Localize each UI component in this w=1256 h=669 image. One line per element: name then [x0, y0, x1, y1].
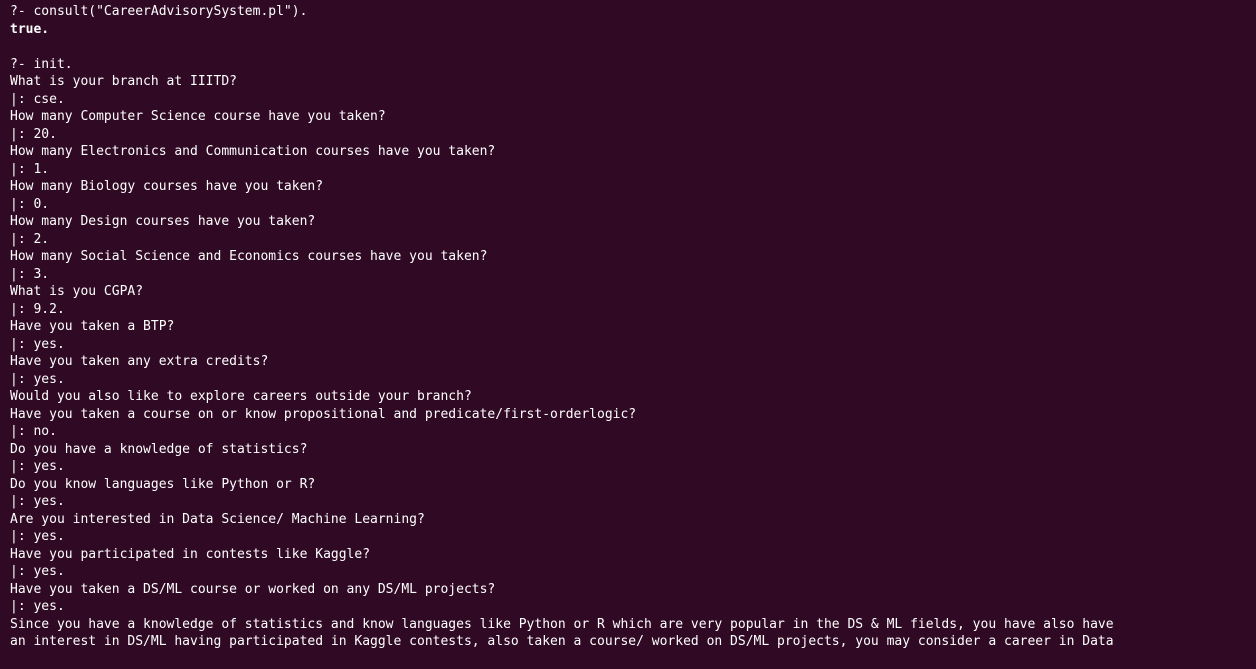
terminal-line: Have you taken any extra credits?	[10, 354, 269, 369]
terminal-line: How many Design courses have you taken?	[10, 214, 316, 229]
terminal-line: Do you know languages like Python or R?	[10, 476, 316, 492]
terminal-line: an interest in DS/ML having participated…	[10, 634, 1114, 649]
terminal-line: ?- init.	[10, 56, 73, 72]
terminal-line: Have you taken a course on or know propo…	[10, 406, 637, 422]
terminal-window[interactable]: ?- consult("CareerAdvisorySystem.pl"). tr…	[0, 0, 1256, 669]
terminal-line: Have you taken a DS/ML course or worked …	[10, 581, 496, 597]
terminal-line: |: yes.	[10, 529, 65, 544]
terminal-line: How many Computer Science course have yo…	[10, 109, 386, 124]
terminal-line: |: yes.	[10, 564, 65, 579]
terminal-line: |: 0.	[10, 196, 50, 212]
terminal-line: |: no.	[10, 424, 57, 439]
terminal-line: |: 2.	[10, 231, 50, 247]
terminal-line: |: 1.	[10, 161, 50, 177]
terminal-line: |: 9.2.	[10, 301, 65, 317]
terminal-line: |: 3.	[10, 266, 50, 282]
terminal-line: |: yes.	[10, 459, 65, 474]
terminal-line: How many Biology courses have you taken?	[10, 179, 324, 194]
terminal-line: |: yes.	[10, 494, 65, 509]
terminal-line: Since you have a knowledge of statistics…	[10, 616, 1114, 632]
terminal-line: |: cse.	[10, 91, 65, 107]
terminal-line: Have you taken a BTP?	[10, 319, 175, 334]
terminal-line: How many Social Science and Economics co…	[10, 249, 488, 264]
terminal-line: |: 20.	[10, 126, 57, 142]
terminal-line: Do you have a knowledge of statistics?	[10, 441, 308, 457]
terminal-line: |: yes.	[10, 599, 65, 614]
terminal-line: ?- consult("CareerAdvisorySystem.pl").	[10, 4, 308, 19]
terminal-line: Have you participated in contests like K…	[10, 546, 371, 562]
terminal-line: true.	[10, 21, 50, 37]
terminal-line: |: yes.	[10, 371, 65, 387]
terminal-line: What is your branch at IIITD?	[10, 74, 237, 89]
terminal-line: Are you interested in Data Science/ Mach…	[10, 511, 425, 527]
terminal-line: |: yes.	[10, 336, 65, 352]
terminal-line: What is you CGPA?	[10, 284, 144, 299]
terminal-line: How many Electronics and Communication c…	[10, 144, 496, 159]
terminal-line: Would you also like to explore careers o…	[10, 389, 472, 404]
